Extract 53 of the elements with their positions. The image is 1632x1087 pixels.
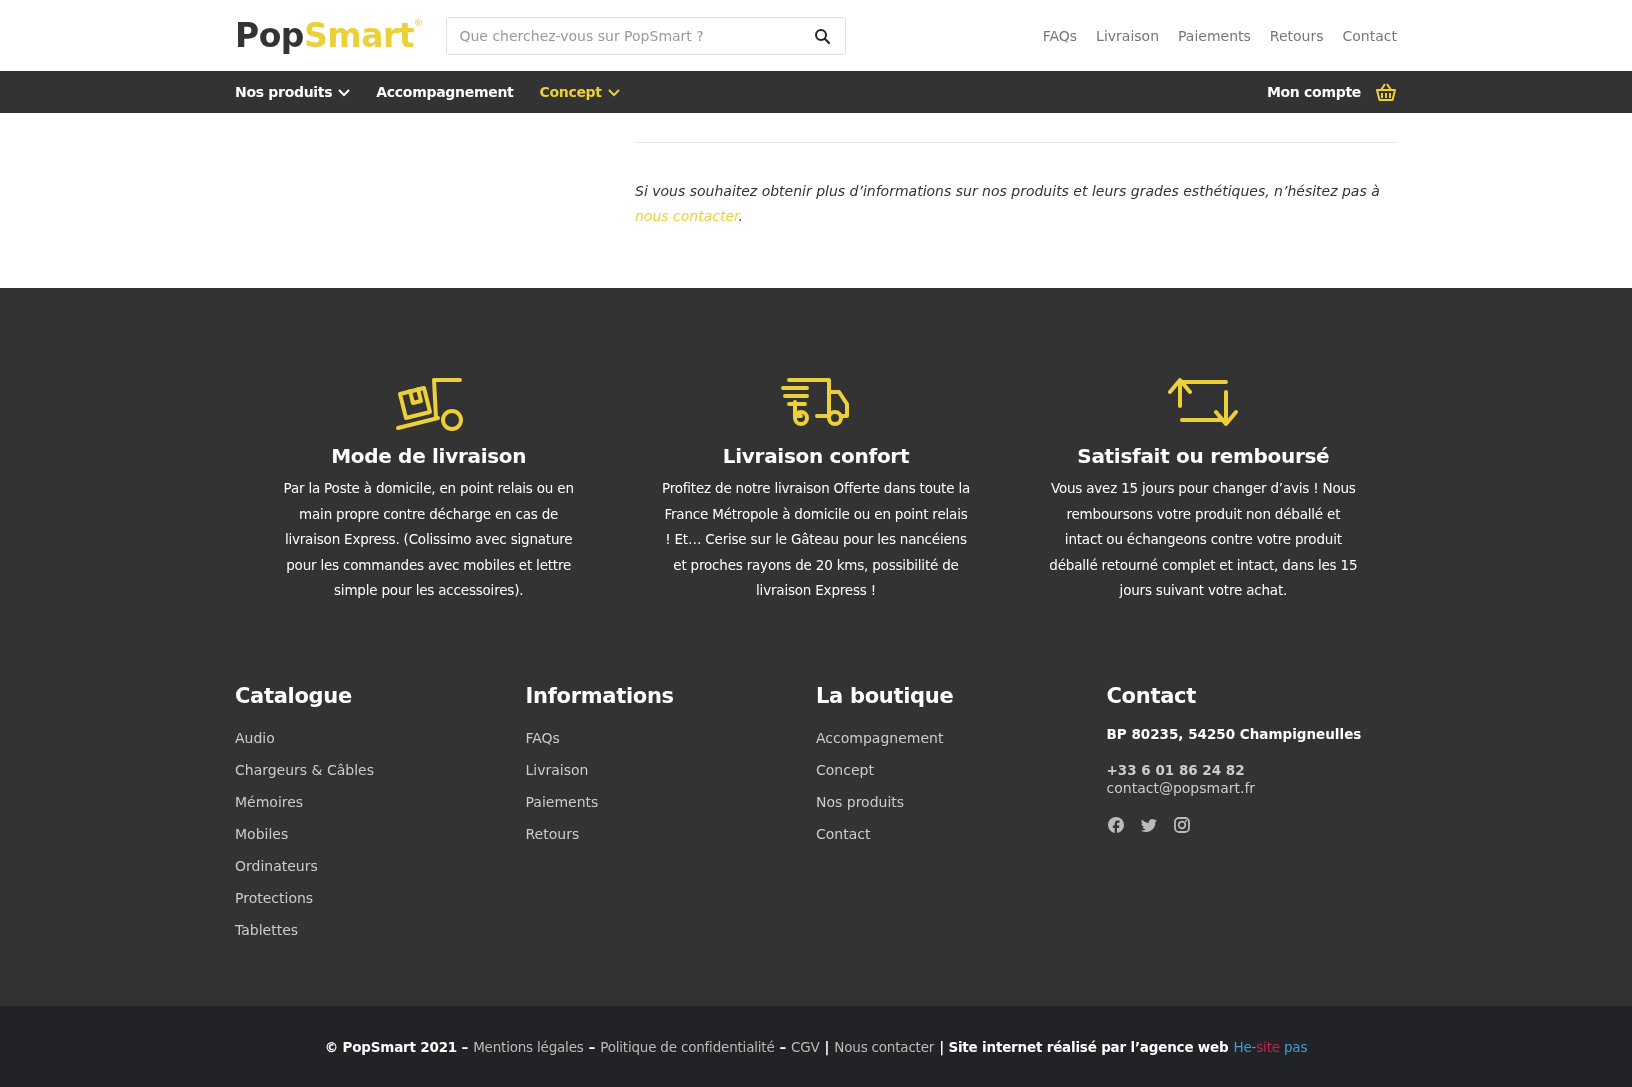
address-text: BP 80235, 54250 Champigneulles (1106, 725, 1362, 742)
feature-title: Satisfait ou remboursé (1077, 444, 1330, 468)
facebook-icon[interactable] (1106, 815, 1125, 834)
footer-link[interactable]: Paiements (525, 785, 599, 818)
footer-heading: Catalogue (235, 683, 352, 708)
header-link[interactable]: FAQs (1042, 27, 1078, 44)
header-link[interactable]: Contact (1342, 27, 1397, 44)
email-link[interactable]: contact@popsmart.fr (1106, 777, 1256, 798)
footer-link[interactable]: Accompagnement (816, 721, 944, 754)
footer-link[interactable]: Mémoires (235, 785, 304, 818)
footer-heading: La boutique (816, 683, 954, 708)
footer-link[interactable]: Mobiles (235, 817, 289, 850)
search-field[interactable]: Que cherchez-vous sur PopSmart ? (446, 16, 847, 55)
footer-link[interactable]: Ordinateurs (235, 849, 318, 882)
footer-link[interactable]: Retours (525, 817, 580, 850)
copyright-text: | (824, 1038, 830, 1055)
nav-link[interactable]: Accompagnement (376, 84, 514, 100)
account-link[interactable]: Mon compte (1266, 84, 1361, 100)
nav-link[interactable]: Nos produits (235, 84, 351, 100)
footer-link[interactable]: Contact (816, 817, 871, 850)
footer-link[interactable]: Tablettes (235, 913, 299, 946)
copyright-text: © PopSmart 2021 – (324, 1038, 469, 1055)
footer-heading: Informations (525, 683, 674, 708)
footer-bottom-link[interactable]: CGV (791, 1038, 820, 1055)
footer-link[interactable]: Audio (235, 721, 275, 754)
logo[interactable]: PopSmart$^{®}$ (235, 16, 423, 55)
footer-link[interactable]: Nos produits (816, 785, 905, 818)
feature-text: Par la Poste à domicile, en point relais ou en main propre contre décharge en cas de livraison Express. (Colissimo avec signature pour les commandes avec mobiles et lettre simple pour les accessoires). (282, 479, 575, 600)
feature-text: Vous avez 15 jours pour changer d’avis ! Nous remboursons votre produit non déballé et intact ou échangeons contre votre produit déballé retourné complet et intact, dans les 15 jours suivant votre achat. (1048, 479, 1359, 600)
copyright-text: – (588, 1038, 596, 1055)
camera-icon[interactable] (1172, 815, 1191, 834)
nav-link[interactable]: Concept (539, 84, 620, 100)
footer-bottom-link[interactable]: Nous contacter (834, 1038, 935, 1055)
feature-title: Livraison confort (722, 444, 910, 468)
footer-link[interactable]: Livraison (525, 753, 589, 786)
footer-link[interactable]: FAQs (525, 721, 560, 754)
footer-link[interactable]: Concept (816, 753, 874, 786)
footer-link[interactable]: Chargeurs & Câbles (235, 753, 374, 786)
agency-link[interactable]: He-site pas (1233, 1038, 1308, 1055)
copyright-text: | Site internet réalisé par l’agence web (939, 1038, 1229, 1055)
feature-text: Profitez de notre livraison Offerte dans toute la France Métropole à domicile ou en point relais ! Et… Cerise sur le Gâteau pour les nancéiens et proches rayons de 20 kms, possibilité de livraison Express ! (661, 479, 971, 600)
header-link[interactable]: Livraison (1096, 27, 1159, 44)
info-paragraph: Si vous souhaitez obtenir plus d’informations sur nos produits et leurs grades esthétiques, n’hésitez pas à nous contacter. (635, 182, 1381, 226)
footer-link[interactable]: Protections (235, 881, 314, 914)
copyright-text: – (779, 1038, 787, 1055)
footer-bottom-link[interactable]: Mentions légales (473, 1038, 584, 1055)
phone-number: +33 6 01 86 24 82 (1106, 761, 1245, 778)
footer-heading: Contact (1106, 683, 1196, 708)
footer-bottom-link[interactable]: Politique de confidentialité (600, 1038, 775, 1055)
header-link[interactable]: Paiements (1178, 27, 1251, 44)
feature-title: Mode de livraison (331, 444, 527, 468)
basket-icon[interactable] (1375, 82, 1397, 102)
header-link[interactable]: Retours (1269, 27, 1324, 44)
